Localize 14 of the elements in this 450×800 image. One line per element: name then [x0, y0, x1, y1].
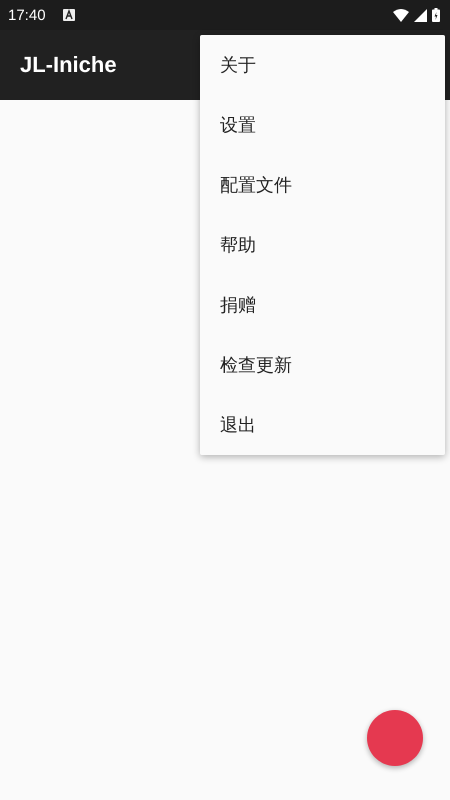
- menu-item[interactable]: 帮助: [200, 215, 445, 275]
- status-time: 17:40: [8, 6, 46, 24]
- battery-icon: [432, 8, 440, 22]
- menu-item[interactable]: 设置: [200, 95, 445, 155]
- app-title: JL-Iniche: [20, 52, 117, 78]
- menu-item[interactable]: 退出: [200, 395, 445, 455]
- signal-icon: [414, 8, 427, 22]
- floating-action-button[interactable]: [367, 710, 423, 766]
- menu-item[interactable]: 捐赠: [200, 275, 445, 335]
- menu-item[interactable]: 关于: [200, 35, 445, 95]
- menu-item[interactable]: 配置文件: [200, 155, 445, 215]
- keyboard-notification-icon: [62, 9, 75, 21]
- menu-item[interactable]: 检查更新: [200, 335, 445, 395]
- wifi-icon: [393, 8, 409, 22]
